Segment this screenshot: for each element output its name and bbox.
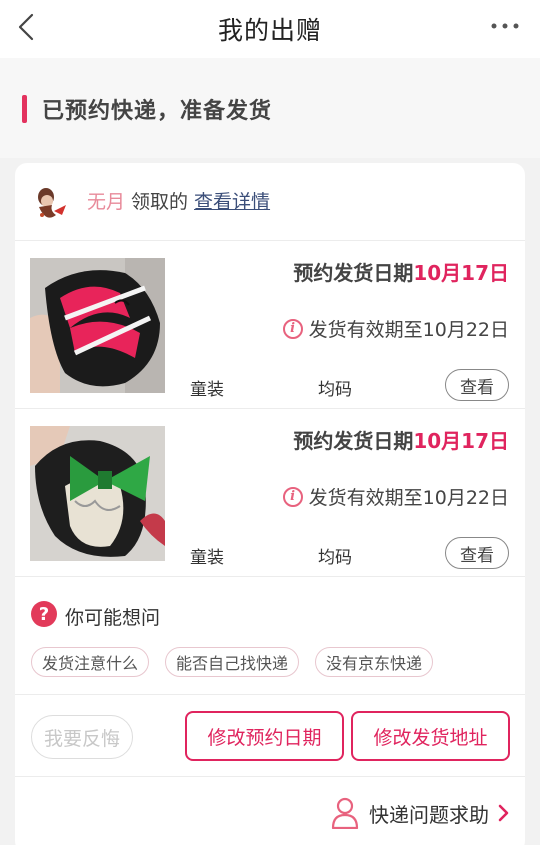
avatar[interactable] <box>30 181 74 225</box>
faq-chip-shipping-notes[interactable]: 发货注意什么 <box>31 647 150 677</box>
faq-chips: 发货注意什么 能否自己找快递 没有京东快递 <box>31 647 434 677</box>
view-details-link[interactable]: 查看详情 <box>194 191 270 213</box>
item-size: 均码 <box>318 548 352 568</box>
change-address-button[interactable]: 修改发货地址 <box>351 711 510 761</box>
item-ship-date: 预约发货日期10月17日 <box>293 425 509 454</box>
view-button[interactable]: 查看 <box>445 369 509 401</box>
status-text: 已预约快递，准备发货 <box>42 99 273 124</box>
faq-title: 你可能想问 <box>65 607 161 629</box>
item-category: 童装 <box>190 380 224 400</box>
item-expiry: i 发货有效期至10月22日 <box>282 483 509 510</box>
item-category: 童装 <box>190 548 224 568</box>
ship-date-value: 10月17日 <box>413 261 509 285</box>
order-card: 无月 领取的 查看详情 预约发货日期10月17日 i 发货有效期至10月22日 童装… <box>15 163 525 845</box>
item-thumbnail[interactable] <box>30 426 165 561</box>
faq-section: ? 你可能想问 发货注意什么 能否自己找快递 没有京东快递 <box>15 577 525 695</box>
faq-chip-no-jd-express[interactable]: 没有京东快递 <box>315 647 434 677</box>
ship-date-label: 预约发货日期 <box>293 261 414 285</box>
item-ship-date: 预约发货日期10月17日 <box>293 257 509 286</box>
item-thumbnail[interactable] <box>30 258 165 393</box>
view-button[interactable]: 查看 <box>445 537 509 569</box>
courier-help-link[interactable]: 快递问题求助 <box>331 797 511 829</box>
expiry-text: 发货有效期至10月22日 <box>308 487 509 509</box>
help-label: 快递问题求助 <box>369 802 489 827</box>
regret-button[interactable]: 我要反悔 <box>31 715 133 759</box>
receiver-text: 无月 领取的 查看详情 <box>87 187 270 214</box>
page-title: 我的出赠 <box>217 16 322 45</box>
back-arrow-icon[interactable] <box>14 12 40 42</box>
receiver-action: 领取的 <box>131 191 189 213</box>
navbar: 我的出赠 <box>0 0 540 58</box>
expiry-text: 发货有效期至10月22日 <box>308 319 509 341</box>
receiver-name[interactable]: 无月 <box>87 191 125 213</box>
status-accent-bar <box>22 95 27 123</box>
list-item[interactable]: 预约发货日期10月17日 i 发货有效期至10月22日 童装 均码 查看 <box>15 409 525 577</box>
person-icon <box>331 797 359 829</box>
question-icon: ? <box>31 601 57 627</box>
list-item[interactable]: 预约发货日期10月17日 i 发货有效期至10月22日 童装 均码 查看 <box>15 241 525 409</box>
ship-date-label: 预约发货日期 <box>293 429 414 453</box>
change-date-button[interactable]: 修改预约日期 <box>185 711 344 761</box>
green-bow-shoe-photo-icon <box>30 426 165 561</box>
action-bar: 我要反悔 修改预约日期 修改发货地址 <box>15 695 525 777</box>
info-icon: i <box>282 318 303 339</box>
chevron-right-icon <box>498 804 509 822</box>
red-shoe-photo-icon <box>30 258 165 393</box>
ship-date-value: 10月17日 <box>413 429 509 453</box>
item-expiry: i 发货有效期至10月22日 <box>282 315 509 342</box>
info-icon: i <box>282 486 303 507</box>
receiver-row: 无月 领取的 查看详情 <box>15 163 525 241</box>
item-size: 均码 <box>318 380 352 400</box>
faq-chip-own-courier[interactable]: 能否自己找快递 <box>165 647 300 677</box>
more-icon[interactable] <box>490 18 520 34</box>
